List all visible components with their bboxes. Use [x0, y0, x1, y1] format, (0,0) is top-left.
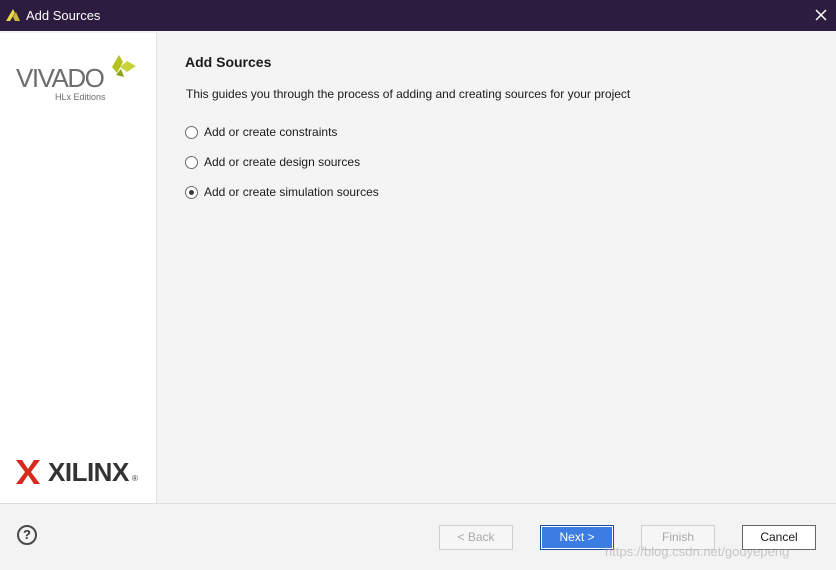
radio-button-selected[interactable]	[185, 185, 198, 199]
close-icon[interactable]	[812, 6, 830, 24]
radio-option-simulation-sources[interactable]: Add or create simulation sources	[185, 182, 379, 202]
xilinx-logo-text: XILINX	[48, 457, 129, 487]
xilinx-registered-mark: ®	[132, 474, 138, 483]
window-title: Add Sources	[26, 8, 101, 23]
title-bar: Add Sources	[0, 0, 836, 31]
radio-label: Add or create design sources	[204, 155, 361, 169]
sidebar: VIVADO HLx Editions XILINX ®	[0, 33, 157, 503]
radio-option-constraints[interactable]: Add or create constraints	[185, 122, 337, 142]
help-button[interactable]: ?	[17, 525, 37, 545]
vivado-edition-label: HLx Editions	[55, 92, 106, 102]
main-panel: Add Sources This guides you through the …	[157, 33, 836, 503]
vivado-leaf-icon	[112, 55, 136, 77]
footer: ? < Back Next > Finish Cancel	[0, 504, 836, 570]
vivado-icon	[6, 9, 20, 21]
next-button[interactable]: Next >	[540, 525, 614, 550]
page-title: Add Sources	[185, 54, 272, 70]
page-description: This guides you through the process of a…	[186, 87, 631, 101]
radio-button[interactable]	[185, 125, 198, 139]
xilinx-logo-icon	[16, 460, 40, 484]
radio-label: Add or create constraints	[204, 125, 338, 139]
radio-option-design-sources[interactable]: Add or create design sources	[185, 152, 360, 172]
radio-label: Add or create simulation sources	[204, 185, 379, 199]
back-button[interactable]: < Back	[439, 525, 513, 550]
radio-button[interactable]	[185, 155, 198, 169]
watermark-text: https://blog.csdn.net/gouyepeng	[605, 544, 790, 559]
vivado-logo: VIVADO	[16, 63, 105, 93]
